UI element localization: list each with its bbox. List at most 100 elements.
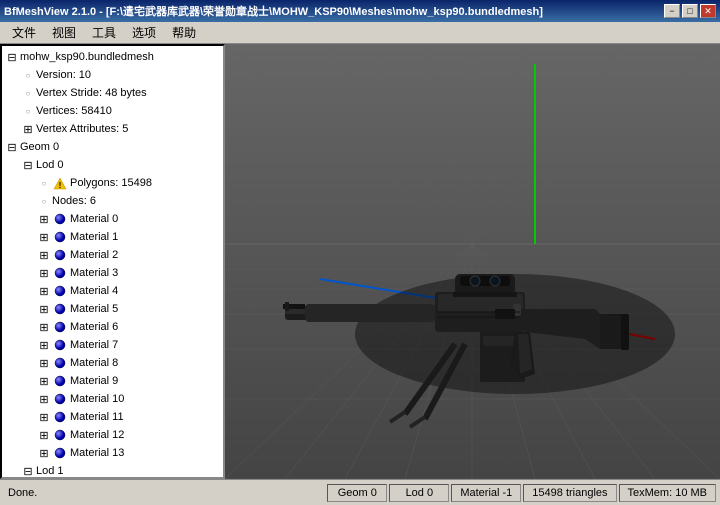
sphere-icon <box>52 391 68 407</box>
tree-label: Lod 0 <box>36 159 64 171</box>
tree-label: Material 3 <box>70 267 118 279</box>
sphere-icon <box>52 301 68 317</box>
tree-label: Vertex Attributes: 5 <box>36 123 128 135</box>
tree-label: Material 4 <box>70 285 118 297</box>
title-text: BfMeshView 2.1.0 - [F:\遣宅武器库武器\荣誉勋章战士\MO… <box>4 3 543 19</box>
tree-expand-plus[interactable] <box>36 211 52 227</box>
tree-item-lod0[interactable]: Lod 0 <box>4 156 221 174</box>
tree-label: Material 6 <box>70 321 118 333</box>
tree-label: Nodes: 6 <box>52 195 96 207</box>
tree-expand-plus[interactable] <box>36 247 52 263</box>
tree-label: mohw_ksp90.bundledmesh <box>20 51 154 63</box>
tree-label: Polygons: 15498 <box>70 177 152 189</box>
sphere-icon <box>52 445 68 461</box>
sphere-icon <box>52 229 68 245</box>
tree-expand-dot <box>20 85 36 101</box>
sphere-icon <box>52 337 68 353</box>
tree-panel[interactable]: mohw_ksp90.bundledmesh Version: 10 Vertex … <box>0 44 225 479</box>
tree-item-mat0_8[interactable]: Material 8 <box>4 354 221 372</box>
sphere-icon <box>52 427 68 443</box>
menu-tools[interactable]: 工具 <box>84 22 124 43</box>
tree-item-poly0[interactable]: ! Polygons: 15498 <box>4 174 221 192</box>
tree-label: Material 8 <box>70 357 118 369</box>
tree-label: Material 12 <box>70 429 124 441</box>
menu-view[interactable]: 视图 <box>44 22 84 43</box>
tree-item-mat0_7[interactable]: Material 7 <box>4 336 221 354</box>
sphere-icon <box>52 373 68 389</box>
tree-expand-minus[interactable] <box>4 49 20 65</box>
tree-expand-dot <box>36 175 52 191</box>
sphere-icon <box>52 283 68 299</box>
tree-expand-minus[interactable] <box>20 463 36 479</box>
svg-text:!: ! <box>59 181 62 190</box>
tree-expand-plus[interactable] <box>36 283 52 299</box>
tree-expand-plus[interactable] <box>36 427 52 443</box>
tree-item-mat0_13[interactable]: Material 13 <box>4 444 221 462</box>
tree-item-mat0_11[interactable]: Material 11 <box>4 408 221 426</box>
tree-item-mat0_5[interactable]: Material 5 <box>4 300 221 318</box>
tree-item-lod1[interactable]: Lod 1 <box>4 462 221 479</box>
maximize-button[interactable]: □ <box>682 4 698 18</box>
tree-label: Material 10 <box>70 393 124 405</box>
tree-expand-plus[interactable] <box>36 265 52 281</box>
tree-label: Material 9 <box>70 375 118 387</box>
tree-label: Material 7 <box>70 339 118 351</box>
grid-canvas <box>225 44 720 479</box>
tree-label: Material 1 <box>70 231 118 243</box>
tree-expand-plus[interactable] <box>36 409 52 425</box>
menu-help[interactable]: 帮助 <box>164 22 204 43</box>
tree-container: mohw_ksp90.bundledmesh Version: 10 Vertex … <box>2 46 223 479</box>
tree-expand-plus[interactable] <box>36 337 52 353</box>
close-button[interactable]: ✕ <box>700 4 716 18</box>
tree-item-geom0[interactable]: Geom 0 <box>4 138 221 156</box>
tree-item-vertices[interactable]: Vertices: 58410 <box>4 102 221 120</box>
tree-item-mat0_4[interactable]: Material 4 <box>4 282 221 300</box>
tree-item-mat0_2[interactable]: Material 2 <box>4 246 221 264</box>
tree-expand-plus[interactable] <box>36 301 52 317</box>
tree-item-mat0_12[interactable]: Material 12 <box>4 426 221 444</box>
tree-item-mat0_1[interactable]: Material 1 <box>4 228 221 246</box>
tree-expand-plus[interactable] <box>36 445 52 461</box>
tree-label: Geom 0 <box>20 141 59 153</box>
tree-expand-minus[interactable] <box>20 157 36 173</box>
tree-item-mat0_10[interactable]: Material 10 <box>4 390 221 408</box>
sphere-icon <box>52 247 68 263</box>
tree-expand-plus[interactable] <box>36 229 52 245</box>
tree-expand-plus[interactable] <box>36 319 52 335</box>
tree-item-mat0_9[interactable]: Material 9 <box>4 372 221 390</box>
status-panels: Geom 0 Lod 0 Material -1 15498 triangles… <box>327 484 716 502</box>
status-material: Material -1 <box>451 484 521 502</box>
tree-item-version[interactable]: Version: 10 <box>4 66 221 84</box>
sphere-icon <box>52 211 68 227</box>
main-content: mohw_ksp90.bundledmesh Version: 10 Vertex … <box>0 44 720 479</box>
title-buttons: − □ ✕ <box>664 4 716 18</box>
tree-label: Vertex Stride: 48 bytes <box>36 87 147 99</box>
tree-item-mat0_0[interactable]: Material 0 <box>4 210 221 228</box>
tree-item-vattribs[interactable]: Vertex Attributes: 5 <box>4 120 221 138</box>
menu-file[interactable]: 文件 <box>4 22 44 43</box>
tree-expand-dot <box>20 103 36 119</box>
tree-item-nodes0[interactable]: Nodes: 6 <box>4 192 221 210</box>
tree-expand-plus[interactable] <box>36 391 52 407</box>
sphere-icon <box>52 355 68 371</box>
menu-bar: 文件 视图 工具 选项 帮助 <box>0 22 720 44</box>
minimize-button[interactable]: − <box>664 4 680 18</box>
sphere-icon <box>52 265 68 281</box>
tree-expand-plus[interactable] <box>20 121 36 137</box>
status-texmem: TexMem: 10 MB <box>619 484 716 502</box>
tree-label: Material 2 <box>70 249 118 261</box>
sphere-icon <box>52 409 68 425</box>
tree-label: Lod 1 <box>36 465 64 477</box>
tree-item-mohw[interactable]: mohw_ksp90.bundledmesh <box>4 48 221 66</box>
tree-expand-plus[interactable] <box>36 355 52 371</box>
status-triangles: 15498 triangles <box>523 484 616 502</box>
tree-item-stride[interactable]: Vertex Stride: 48 bytes <box>4 84 221 102</box>
warning-icon: ! <box>52 175 68 191</box>
status-bar: Done. Geom 0 Lod 0 Material -1 15498 tri… <box>0 479 720 505</box>
tree-item-mat0_6[interactable]: Material 6 <box>4 318 221 336</box>
tree-item-mat0_3[interactable]: Material 3 <box>4 264 221 282</box>
menu-options[interactable]: 选项 <box>124 22 164 43</box>
tree-expand-plus[interactable] <box>36 373 52 389</box>
tree-expand-minus[interactable] <box>4 139 20 155</box>
viewport[interactable] <box>225 44 720 479</box>
